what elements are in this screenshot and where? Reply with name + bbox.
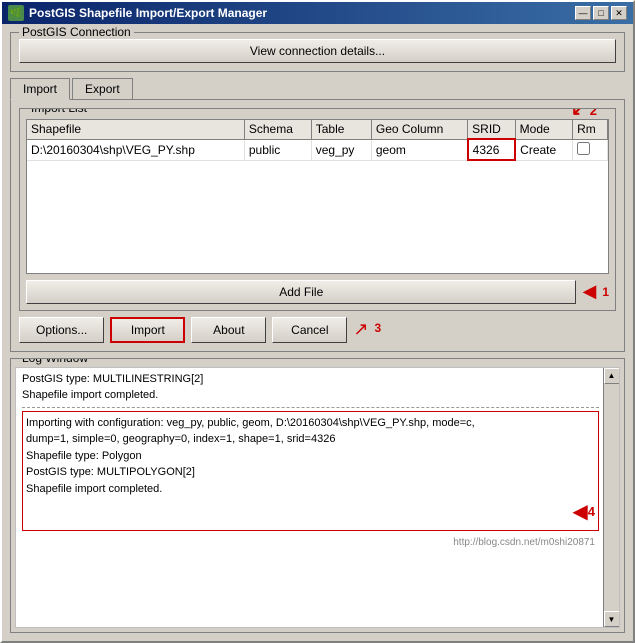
scroll-up-arrow[interactable]: ▲ [604, 368, 620, 384]
window-title: PostGIS Shapefile Import/Export Manager [29, 6, 267, 20]
col-table: Table [311, 120, 371, 139]
col-rm: Rm [573, 120, 608, 139]
log-highlighted-5: Shapefile import completed. [26, 481, 595, 498]
title-bar: 🌿 PostGIS Shapefile Import/Export Manage… [2, 2, 633, 24]
log-divider [22, 407, 599, 408]
table-header-row: Shapefile Schema Table Geo Column SRID M… [27, 120, 608, 139]
view-connection-button[interactable]: View connection details... [19, 39, 616, 63]
col-srid: SRID [468, 120, 515, 139]
close-button[interactable]: ✕ [611, 6, 627, 20]
cell-table: veg_py [311, 139, 371, 160]
watermark: http://blog.csdn.net/m0shi20871 [22, 535, 599, 552]
col-mode: Mode [515, 120, 572, 139]
tab-export[interactable]: Export [72, 78, 133, 99]
log-window-group: Log Window PostGIS type: MULTILINESTRING… [10, 358, 625, 634]
tab-content-import: Import List ↙ 2 Shapefile Schema Table [10, 99, 625, 352]
import-button[interactable]: Import [110, 317, 185, 343]
scroll-down-arrow[interactable]: ▼ [604, 611, 620, 627]
minimize-button[interactable]: — [575, 6, 591, 20]
maximize-button[interactable]: □ [593, 6, 609, 20]
import-table: Shapefile Schema Table Geo Column SRID M… [27, 120, 608, 161]
annotation-3: 3 [374, 321, 381, 343]
annotation-2: ↙ 2 [571, 108, 597, 120]
log-line-2: Shapefile import completed. [22, 387, 599, 404]
log-highlighted-4: PostGIS type: MULTIPOLYGON[2] [26, 464, 595, 481]
tab-import[interactable]: Import [10, 78, 70, 100]
import-table-container: Shapefile Schema Table Geo Column SRID M… [26, 119, 609, 274]
tabs-container: Import Export Import List ↙ 2 [10, 78, 625, 352]
cell-mode: Create [515, 139, 572, 160]
log-outer: PostGIS type: MULTILINESTRING[2] Shapefi… [11, 359, 624, 633]
annotation-4: 4 [588, 502, 595, 522]
log-inner: PostGIS type: MULTILINESTRING[2] Shapefi… [15, 367, 620, 629]
table-row: D:\20160304\shp\VEG_PY.shp public veg_py… [27, 139, 608, 160]
cell-rm[interactable] [573, 139, 608, 160]
annotation-3-arrow: ↗ [353, 319, 368, 343]
log-line-1: PostGIS type: MULTILINESTRING[2] [22, 371, 599, 388]
cell-schema: public [244, 139, 311, 160]
add-file-button[interactable]: Add File [26, 280, 576, 304]
action-buttons: Options... Import About Cancel ↗ 3 [19, 317, 616, 343]
import-list-group: Import List ↙ 2 Shapefile Schema Table [19, 108, 616, 311]
options-button[interactable]: Options... [19, 317, 104, 343]
app-icon: 🌿 [8, 5, 24, 21]
cancel-button[interactable]: Cancel [272, 317, 347, 343]
col-shapefile: Shapefile [27, 120, 244, 139]
log-highlighted-1: Importing with configuration: veg_py, pu… [26, 415, 595, 432]
col-geo-column: Geo Column [371, 120, 467, 139]
main-window: 🌿 PostGIS Shapefile Import/Export Manage… [0, 0, 635, 643]
annotation-1: 1 [602, 285, 609, 299]
postgis-connection-label: PostGIS Connection [19, 25, 134, 39]
log-highlighted-block: Importing with configuration: veg_py, pu… [22, 411, 599, 532]
add-file-row: Add File ◀ 1 [26, 280, 609, 304]
cell-geo-column: geom [371, 139, 467, 160]
log-text-area: PostGIS type: MULTILINESTRING[2] Shapefi… [16, 368, 619, 628]
log-highlighted-2: dump=1, simple=0, geography=0, index=1, … [26, 431, 595, 448]
scroll-track [604, 384, 620, 612]
window-content: PostGIS Connection View connection detai… [2, 24, 633, 641]
log-highlighted-3: Shapefile type: Polygon [26, 448, 595, 465]
cell-shapefile: D:\20160304\shp\VEG_PY.shp [27, 139, 244, 160]
cell-srid[interactable]: 4326 [468, 139, 515, 160]
col-schema: Schema [244, 120, 311, 139]
import-list-label: Import List [28, 108, 90, 115]
tab-bar: Import Export [10, 78, 625, 100]
annotation-1-arrow: ◀ [582, 281, 596, 302]
postgis-connection-group: PostGIS Connection View connection detai… [10, 32, 625, 72]
about-button[interactable]: About [191, 317, 266, 343]
annotation-4-arrow: ◀ [572, 497, 587, 527]
log-scrollbar[interactable]: ▲ ▼ [603, 368, 619, 628]
